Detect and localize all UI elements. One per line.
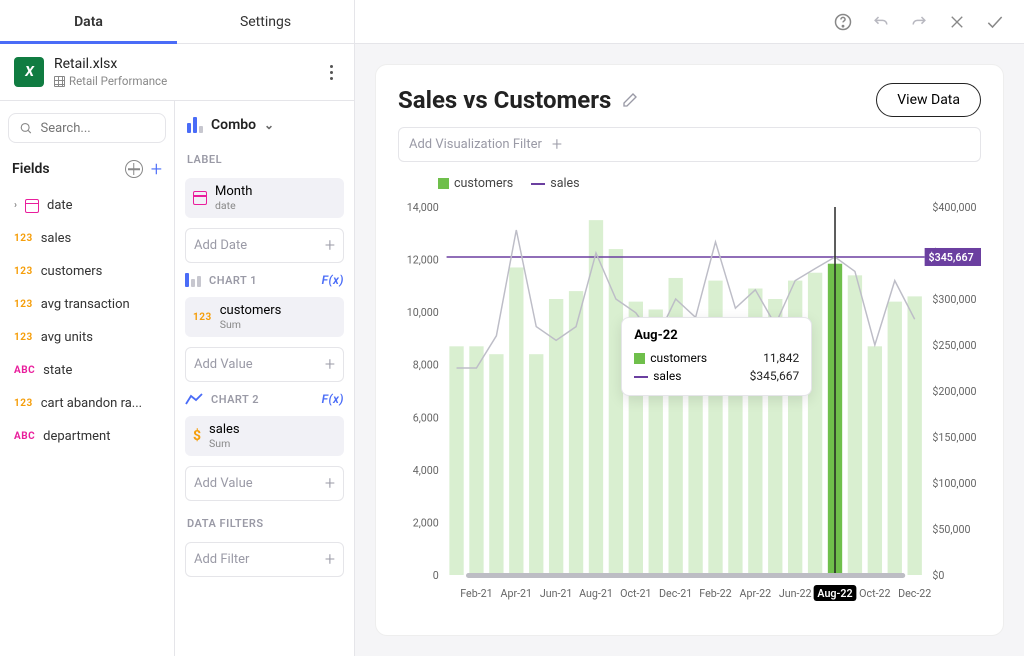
edit-icon[interactable] [621,91,639,109]
more-icon[interactable] [322,63,340,81]
svg-text:4,000: 4,000 [413,464,439,477]
svg-text:$150,000: $150,000 [932,431,976,444]
datasource-row: Retail.xlsx Retail Performance [0,44,354,101]
svg-text:$400,000: $400,000 [932,201,976,214]
chart-type-selector[interactable]: Combo ⌄ [185,113,344,137]
search-icon [19,120,32,136]
svg-text:$345,667: $345,667 [929,251,974,264]
line-chart-icon[interactable] [185,392,203,406]
datasource-name: Retail.xlsx [54,56,322,72]
svg-text:Apr-21: Apr-21 [501,587,533,600]
chip-sales[interactable]: $ salesSum [185,416,344,456]
add-value-2[interactable]: Add Value+ [185,466,344,501]
tooltip-title: Aug-22 [634,328,799,343]
add-field-icon[interactable]: + [151,159,162,179]
chip-month[interactable]: Monthdate [185,178,344,218]
section-chart2: CHART 2 [211,393,259,406]
field-customers[interactable]: 123customers [8,257,166,286]
legend-customers[interactable]: customers [438,176,513,191]
add-date[interactable]: Add Date+ [185,228,344,263]
panel-tabs: Data Settings [0,0,354,44]
dollar-icon: $ [193,428,201,444]
svg-text:Jun-22: Jun-22 [779,587,812,600]
add-value-1[interactable]: Add Value+ [185,347,344,382]
combo-chart-icon [187,117,203,133]
bar-chart-icon[interactable] [185,273,201,287]
table-icon [54,76,65,87]
help-icon[interactable] [832,11,854,33]
field-sales[interactable]: 123sales [8,224,166,253]
section-chart1: CHART 1 [209,274,257,287]
chart-card: Sales vs Customers View Data Add Visuali… [375,64,1004,636]
svg-text:Dec-22: Dec-22 [898,587,931,600]
svg-text:$300,000: $300,000 [932,293,976,306]
svg-text:Oct-21: Oct-21 [620,587,651,600]
section-label: LABEL [185,147,344,168]
undo-icon[interactable] [870,11,892,33]
svg-text:$50,000: $50,000 [932,523,970,536]
tab-settings[interactable]: Settings [177,0,354,43]
search-input[interactable] [8,113,166,143]
datasource-sub: Retail Performance [54,74,322,88]
performance-icon[interactable] [125,160,143,178]
fx-button[interactable]: F(x) [322,273,344,287]
view-data-button[interactable]: View Data [876,83,981,117]
excel-icon [14,57,44,87]
chip-customers[interactable]: 123 customersSum [185,297,344,337]
calendar-icon [193,191,207,205]
svg-text:Aug-22: Aug-22 [817,587,852,600]
add-visualization-filter[interactable]: Add Visualization Filter+ [398,127,981,162]
section-data-filters: DATA FILTERS [185,511,344,532]
confirm-icon[interactable] [984,11,1006,33]
svg-text:10,000: 10,000 [407,306,439,319]
svg-text:Aug-21: Aug-21 [579,587,613,600]
tooltip: Aug-22 customers11,842 sales$345,667 [621,317,812,396]
field-cart-abandon[interactable]: 123cart abandon ra... [8,389,166,418]
svg-text:2,000: 2,000 [413,516,439,529]
svg-text:$250,000: $250,000 [932,339,976,352]
svg-text:Feb-21: Feb-21 [460,587,492,600]
field-avg-units[interactable]: 123avg units [8,323,166,352]
svg-text:14,000: 14,000 [407,201,439,214]
svg-text:12,000: 12,000 [407,253,439,266]
svg-text:6,000: 6,000 [413,411,439,424]
add-filter[interactable]: Add Filter+ [185,542,344,577]
svg-text:8,000: 8,000 [413,359,439,372]
close-icon[interactable] [946,11,968,33]
svg-text:Apr-22: Apr-22 [740,587,772,600]
field-department[interactable]: ABCdepartment [8,422,166,451]
svg-text:Jun-21: Jun-21 [540,587,573,600]
chart-area[interactable]: 0 2,000 4,000 6,000 8,000 10,000 12,000 14,000 $… [398,197,981,617]
svg-text:0: 0 [433,569,439,582]
svg-text:Feb-22: Feb-22 [699,587,731,600]
legend-sales[interactable]: sales [531,176,579,191]
redo-icon[interactable] [908,11,930,33]
chart-title: Sales vs Customers [398,86,611,114]
field-date[interactable]: ›date [8,191,166,220]
fx-button-2[interactable]: F(x) [322,392,344,406]
svg-text:$200,000: $200,000 [932,385,976,398]
fields-header: Fields [12,161,50,177]
topbar [355,0,1024,44]
svg-text:Dec-21: Dec-21 [659,587,692,600]
calendar-icon [25,199,39,213]
legend: customers sales [398,176,981,191]
field-avg-transaction[interactable]: 123avg transaction [8,290,166,319]
svg-text:$0: $0 [932,569,944,582]
svg-text:Oct-22: Oct-22 [859,587,890,600]
tab-data[interactable]: Data [0,0,177,43]
svg-text:$100,000: $100,000 [932,477,976,490]
field-state[interactable]: ABCstate [8,356,166,385]
